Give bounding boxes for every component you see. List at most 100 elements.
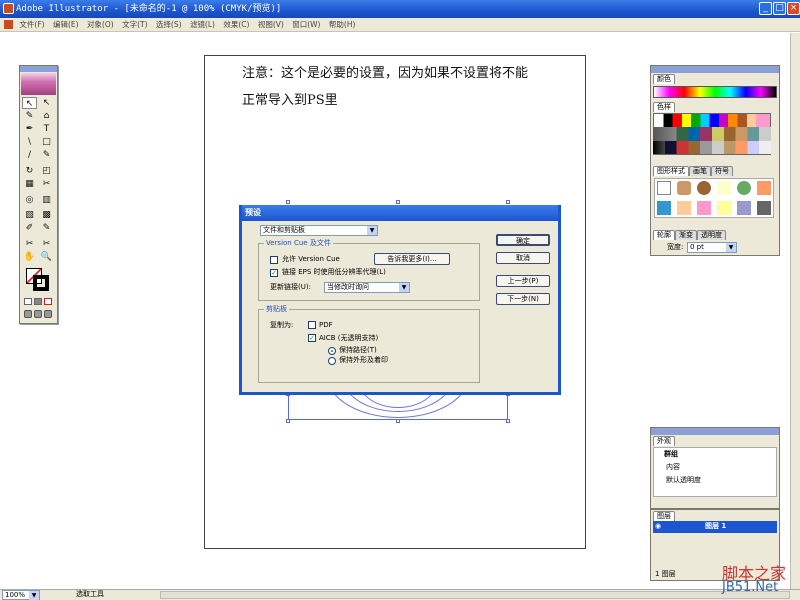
tab-swatches[interactable]: 色样 [653,102,675,112]
color-mode-icon[interactable] [24,298,32,305]
eyedropper-tool-icon[interactable]: ✐ [22,222,37,234]
selection-tool-icon[interactable]: ↖ [22,97,37,109]
tab-stroke[interactable]: 轮廓 [653,230,675,240]
appearance-item[interactable]: 内容 [666,463,680,472]
menu-object[interactable]: 对象(O) [87,18,114,32]
style-swatch[interactable] [677,201,691,215]
screen-mode-icon[interactable] [44,310,52,318]
cancel-button[interactable]: 取消 [496,252,550,264]
magic-wand-tool-icon[interactable]: ✎ [22,110,37,122]
type-tool-icon[interactable]: T [39,123,54,135]
color-spectrum-bar[interactable] [653,86,777,98]
selection-handle[interactable] [286,419,290,423]
update-links-select[interactable]: 当修改时询问 ▼ [324,282,410,293]
panel-header[interactable] [651,66,779,73]
column-graph-tool-icon[interactable]: ▥ [39,194,54,206]
status-tool-display[interactable]: 选取工具 [46,590,156,600]
gradient-tool-icon[interactable]: ▩ [39,209,54,221]
menu-type[interactable]: 文字(T) [122,18,147,32]
chevron-down-icon[interactable]: ▼ [367,226,377,235]
style-swatch[interactable] [677,181,691,195]
warp-tool-icon[interactable]: ▦ [22,178,37,190]
style-swatch[interactable] [757,181,771,195]
close-button[interactable]: × [787,2,800,15]
rotate-tool-icon[interactable]: ↻ [22,165,37,177]
menu-select[interactable]: 选择(S) [156,18,182,32]
panel-header[interactable] [651,428,779,435]
graphic-styles-grid[interactable] [654,178,774,218]
stroke-width-field[interactable]: 0 pt ▼ [687,242,737,253]
selection-handle[interactable] [506,200,510,204]
style-swatch[interactable] [737,181,751,195]
menu-file[interactable]: 文件(F) [19,18,44,32]
maximize-button[interactable]: □ [773,2,786,15]
minimize-button[interactable]: _ [759,2,772,15]
screen-mode-icon[interactable] [24,310,32,318]
preferences-section-select[interactable]: 文件和剪贴板 ▼ [260,225,378,236]
gradient-mode-icon[interactable] [34,298,42,305]
pencil-tool-icon[interactable]: ✎ [39,149,54,161]
style-swatch[interactable] [737,201,751,215]
previous-button[interactable]: 上一步(P) [496,275,550,287]
line-tool-icon[interactable]: \ [22,136,37,148]
style-swatch[interactable] [697,181,711,195]
tab-symbols[interactable]: 符号 [711,166,733,176]
vertical-scrollbar[interactable] [790,33,800,589]
aicb-checkbox[interactable]: ✓ [308,334,316,342]
appearance-item[interactable]: 群组 [664,450,678,459]
tell-me-more-button[interactable]: 告诉我更多(I)... [374,253,450,265]
style-swatch[interactable] [717,181,731,195]
selection-handle[interactable] [286,200,290,204]
blend-tool-icon[interactable]: ✎ [39,222,54,234]
scale-tool-icon[interactable]: ◰ [39,165,54,177]
swatch-grid-row[interactable] [653,141,771,154]
layer-name[interactable]: 图层 1 [705,522,726,531]
style-swatch[interactable] [697,201,711,215]
paintbrush-tool-icon[interactable]: ∕ [22,149,37,161]
zoom-select[interactable]: 100% ▼ [2,590,40,600]
hand-tool-icon[interactable]: ✋ [22,251,37,263]
pen-tool-icon[interactable]: ✒ [22,123,37,135]
appearance-item[interactable]: 默认透明度 [666,476,701,485]
tab-appearance[interactable]: 外观 [653,436,675,446]
scissors-tool-icon[interactable]: ✂ [39,238,54,250]
style-swatch[interactable] [717,201,731,215]
chevron-down-icon[interactable]: ▼ [726,243,736,252]
chevron-down-icon[interactable]: ▼ [399,283,409,292]
selection-handle[interactable] [506,419,510,423]
rectangle-tool-icon[interactable]: □ [39,136,54,148]
menu-effect[interactable]: 效果(C) [223,18,249,32]
pdf-checkbox[interactable] [308,321,316,329]
chevron-down-icon[interactable]: ▼ [29,591,39,600]
menu-window[interactable]: 窗口(W) [292,18,320,32]
selection-handle[interactable] [396,419,400,423]
preserve-appearance-radio[interactable] [328,357,336,365]
selection-handle[interactable] [396,200,400,204]
preserve-paths-radio[interactable] [328,347,336,355]
lasso-tool-icon[interactable]: ⌂ [39,110,54,122]
eye-icon[interactable]: ◉ [655,522,661,530]
style-swatch[interactable] [757,201,771,215]
tab-gradient[interactable]: 渐变 [675,230,697,240]
enable-version-cue-checkbox[interactable] [270,256,278,264]
tab-brushes[interactable]: 画笔 [689,166,711,176]
free-transform-tool-icon[interactable]: ✂ [39,178,54,190]
menu-view[interactable]: 视图(V) [258,18,284,32]
stroke-swatch[interactable] [33,275,49,291]
tab-graphic-styles[interactable]: 图形样式 [653,166,689,176]
link-eps-checkbox[interactable]: ✓ [270,269,278,277]
tab-color[interactable]: 颜色 [653,74,675,84]
mesh-tool-icon[interactable]: ▧ [22,209,37,221]
horizontal-scrollbar[interactable] [160,591,790,599]
tab-layers[interactable]: 图层 [653,511,675,521]
none-mode-icon[interactable] [44,298,52,305]
symbol-sprayer-tool-icon[interactable]: ◎ [22,194,37,206]
menu-help[interactable]: 帮助(H) [329,18,356,32]
direct-selection-tool-icon[interactable]: ↖ [39,97,54,109]
style-swatch[interactable] [657,181,671,195]
panel-header[interactable] [20,66,57,72]
layer-row[interactable]: ◉ 图层 1 [653,521,777,533]
slice-tool-icon[interactable]: ✂ [22,238,37,250]
menu-filter[interactable]: 滤镜(L) [190,18,215,32]
dialog-title[interactable]: 预设 [242,205,558,221]
